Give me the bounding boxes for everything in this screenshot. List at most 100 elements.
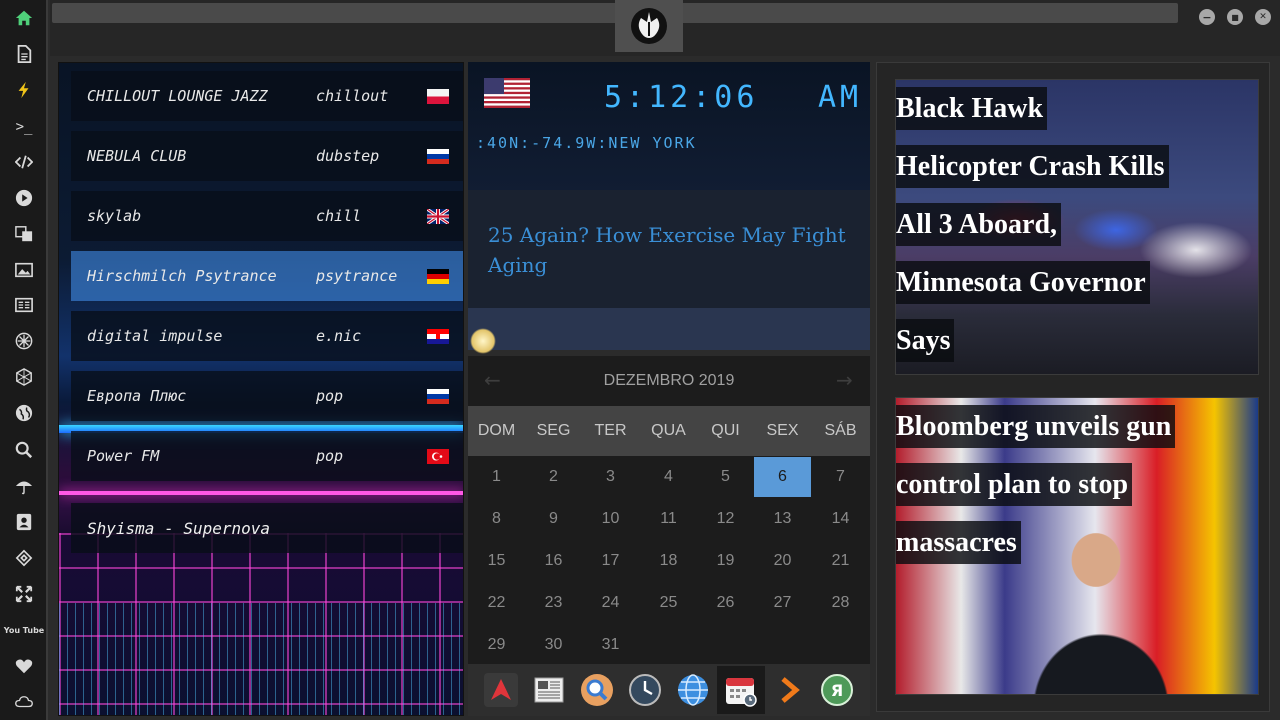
weekday-label: SÁB [824,422,857,439]
play-arrow-icon[interactable] [769,670,809,710]
calendar-day[interactable]: 26 [697,583,754,623]
calendar-day[interactable]: 18 [640,541,697,581]
calendar-day[interactable]: 25 [640,583,697,623]
headline-line: Says [896,319,955,362]
search-icon[interactable] [0,435,48,465]
calendar-day[interactable]: 22 [468,583,525,623]
calendar-day[interactable]: 7 [812,457,869,497]
newspaper-icon[interactable] [529,670,569,710]
station-item[interactable]: Power FM pop [71,431,463,481]
article-image-sun [470,328,496,354]
calendar-day[interactable]: 17 [582,541,639,581]
weekday-label: TER [594,422,627,439]
expand-icon[interactable] [0,579,48,609]
hexagon-icon[interactable] [0,362,48,392]
calendar-day[interactable]: 14 [812,499,869,539]
calendar-day[interactable]: 11 [640,499,697,539]
calendar-day[interactable]: 5 [697,457,754,497]
station-genre: pop [316,387,344,405]
heart-icon[interactable] [0,651,48,681]
calendar-weekday-row: DOM SEG TER QUA QUI SEX SÁB [468,406,870,456]
calendar-day-today[interactable]: 6 [754,457,811,497]
station-item[interactable]: digital impulse e.nic [71,311,463,361]
news-headline: Bloomberg unveils gun control plan to st… [896,398,1226,572]
home-icon[interactable] [0,3,48,33]
calendar-day[interactable]: 9 [525,499,582,539]
news-panel: Black Hawk Helicopter Crash Kills All 3 … [876,62,1270,712]
minimize-button[interactable]: − [1199,9,1215,25]
station-name: digital impulse [87,327,223,345]
umbrella-icon[interactable] [0,471,48,501]
headline-line: Bloomberg unveils gun [896,405,1176,448]
calendar-day[interactable]: 4 [640,457,697,497]
close-button[interactable]: ✕ [1255,9,1271,25]
maximize-button[interactable]: ■ [1227,9,1243,25]
arch-icon[interactable] [481,670,521,710]
calendar-day[interactable]: 3 [582,457,639,497]
station-item-active[interactable]: Hirschmilch Psytrance psytrance [71,251,463,301]
station-name: NEBULA CLUB [87,147,187,165]
calendar-day[interactable]: 12 [697,499,754,539]
calendar-next-button[interactable]: → [836,368,853,392]
code-icon[interactable] [0,147,48,177]
calendar-day[interactable]: 2 [525,457,582,497]
calendar-day[interactable]: 23 [525,583,582,623]
calendar-icon[interactable] [717,666,765,714]
calendar-day[interactable]: 24 [582,583,639,623]
rebel-icon[interactable] [0,326,48,356]
play-icon[interactable] [0,183,48,213]
rebel-alliance-emblem-icon [615,0,683,52]
calendar-day[interactable]: 10 [582,499,639,539]
article-image-strip [468,308,870,350]
station-genre: dubstep [316,147,380,165]
globe-icon[interactable] [673,670,713,710]
document-icon[interactable] [0,39,48,69]
news-card[interactable]: Bloomberg unveils gun control plan to st… [895,397,1259,695]
contact-icon[interactable] [0,507,48,537]
calendar-day[interactable]: 31 [582,625,639,665]
croatia-flag-icon [427,329,449,344]
station-item[interactable]: skylab chill [71,191,463,241]
image-icon[interactable] [0,255,48,285]
translate-icon[interactable] [0,219,48,249]
calendar-day[interactable]: 20 [754,541,811,581]
news-icon[interactable] [0,290,48,320]
calendar-day[interactable]: 19 [697,541,754,581]
link-icon[interactable] [0,543,48,573]
bolt-icon[interactable] [0,75,48,105]
calendar-day[interactable]: 28 [812,583,869,623]
station-item[interactable]: CHILLOUT LOUNGE JAZZ chillout [71,71,463,121]
search-icon[interactable] [577,670,617,710]
usa-flag-icon [484,78,530,108]
cloud-icon[interactable] [0,687,48,717]
calendar-day[interactable]: 29 [468,625,525,665]
russia-flag-icon [427,149,449,164]
station-genre: chill [316,207,362,225]
article-headline-link[interactable]: 25 Again? How Exercise May Fight Aging [488,220,848,280]
station-item[interactable]: Европа Плюс pop [71,371,463,421]
headline-line: massacres [896,521,1021,564]
station-genre: chillout [316,87,389,105]
youtube-icon[interactable]: You Tube [0,615,48,645]
calendar-day[interactable]: 13 [754,499,811,539]
calendar-day[interactable]: 15 [468,541,525,581]
clock-icon[interactable] [625,670,665,710]
headline-line: control plan to stop [896,463,1133,506]
clock-panel: 5:12:06 AM :40N:-74.9W:NEW YORK [468,62,870,190]
article-panel: 25 Again? How Exercise May Fight Aging [468,190,870,354]
station-genre: pop [316,447,344,465]
calendar-day[interactable]: 27 [754,583,811,623]
uk-flag-icon [427,209,449,224]
calendar-day[interactable]: 1 [468,457,525,497]
globe-icon[interactable] [0,398,48,428]
terminal-icon[interactable]: >_ [0,112,48,142]
calendar-day[interactable]: 16 [525,541,582,581]
news-headline: Black Hawk Helicopter Crash Kills All 3 … [896,80,1216,370]
calendar-day[interactable]: 30 [525,625,582,665]
yandex-icon[interactable]: Я [817,670,857,710]
station-item[interactable]: NEBULA CLUB dubstep [71,131,463,181]
calendar-day[interactable]: 21 [812,541,869,581]
calendar-day[interactable]: 8 [468,499,525,539]
news-card[interactable]: Black Hawk Helicopter Crash Kills All 3 … [895,79,1259,375]
yandex-glyph: Я [830,680,844,700]
